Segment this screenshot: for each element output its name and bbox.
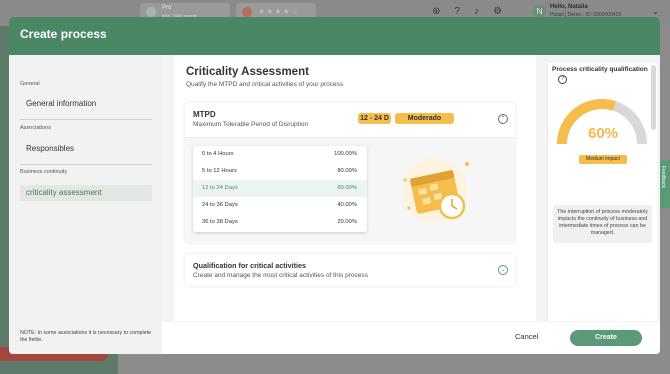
modal-footer: Cancel Create: [162, 322, 660, 354]
mtpd-options-list: 0 to 4 Hours 100.00% 5 to 12 Hours 80.00% …: [193, 146, 367, 232]
expand-chevron-icon[interactable]: ⌄: [498, 265, 508, 275]
sidebar-divider: [20, 119, 152, 120]
gear-icon: ⚙: [492, 6, 516, 17]
mtpd-option-row[interactable]: 0 to 4 Hours 100.00%: [193, 146, 367, 163]
option-value: 40.00%: [337, 202, 357, 208]
option-value: 20.00%: [337, 219, 357, 225]
mtpd-subtitle: Maximum Tolerable Period of Disruption: [193, 121, 309, 128]
option-label: 5 to 12 Hours: [202, 168, 237, 174]
option-label: 0 to 4 Hours: [202, 151, 234, 157]
topbar-icons: ⊕?♪⚙: [432, 6, 516, 17]
plan-label: Pro: [162, 5, 172, 11]
info-icon[interactable]: ?: [558, 75, 567, 84]
feedback-label: Feedback: [660, 166, 666, 188]
modal-content: Criticality Assessment Qualify the MTPD …: [162, 55, 660, 354]
qualification-title: Qualification for critical activities: [193, 261, 307, 270]
calendar-clock-illustration: [403, 158, 469, 222]
mtpd-option-row[interactable]: 5 to 12 Hours 80.00%: [193, 163, 367, 180]
google-icon: [242, 7, 252, 17]
qualification-card[interactable]: Qualification for critical activities Cr…: [185, 254, 515, 286]
rating-stars: ★★★★☆: [258, 7, 299, 16]
qualification-subtitle: Create and manage the most critical acti…: [193, 272, 368, 279]
option-label: 36 to 38 Days: [202, 219, 238, 225]
chevron-down-icon: ⌄: [652, 7, 659, 16]
create-process-modal: Create process General General informati…: [9, 17, 660, 354]
modal-title: Create process: [20, 27, 107, 41]
help-icon: ?: [454, 6, 474, 17]
mtpd-option-row-selected[interactable]: 12 to 24 Days 60.00%: [193, 180, 367, 197]
collapse-chevron-icon[interactable]: ⌃: [498, 114, 508, 124]
impact-badge: Medium impact: [579, 155, 627, 164]
impact-description: The interruption of process moderately i…: [553, 205, 652, 243]
option-label: 24 to 36 Days: [202, 202, 238, 208]
scrollbar[interactable]: [651, 65, 656, 130]
mtpd-card: MTPD Maximum Tolerable Period of Disrupt…: [185, 103, 515, 243]
plan-icon: [146, 7, 156, 17]
sidebar-group-label: Associations: [20, 125, 51, 131]
option-value: 100.00%: [334, 151, 357, 157]
cancel-button[interactable]: Cancel: [515, 332, 538, 341]
sidebar-group-label: Business continuity: [20, 169, 68, 175]
add-user-icon: ⊕: [432, 6, 455, 17]
assessment-panel: Criticality Assessment Qualify the MTPD …: [174, 55, 536, 321]
sidebar-group-label: General: [20, 81, 40, 87]
mtpd-option-row[interactable]: 36 to 38 Days 20.00%: [193, 214, 367, 231]
feedback-tab[interactable]: Feedback: [659, 160, 670, 208]
greeting: Hello, Natalia: [550, 4, 588, 10]
modal-header: Create process: [9, 17, 660, 55]
modal-sidebar: General General information Associations…: [9, 55, 162, 354]
panel-title: Process criticality qualification: [552, 66, 648, 73]
section-subtitle: Qualify the MTPD and critical activities…: [186, 81, 344, 88]
mtpd-range-badge: 12 - 24 D: [358, 113, 391, 124]
sidebar-item-responsibles[interactable]: Responsibles: [20, 141, 152, 157]
criticality-panel: Process criticality qualification ? 60% …: [547, 63, 657, 321]
option-value: 80.00%: [337, 168, 357, 174]
mtpd-level-badge: Moderado: [395, 113, 454, 124]
bell-icon: ♪: [473, 6, 493, 17]
section-title: Criticality Assessment: [186, 66, 309, 78]
create-button[interactable]: Create: [570, 330, 642, 346]
mtpd-body: 0 to 4 Hours 100.00% 5 to 12 Hours 80.00% …: [185, 138, 515, 243]
sidebar-item-general-information[interactable]: General information: [20, 96, 152, 112]
option-label: 12 to 24 Days: [202, 185, 238, 191]
sidebar-item-criticality-assessment[interactable]: criticality assessment: [20, 185, 152, 201]
sidebar-note: NOTE: In some associations it is necessa…: [20, 330, 152, 343]
gauge-value: 60%: [587, 125, 619, 142]
sidebar-divider: [20, 164, 152, 165]
option-value: 60.00%: [337, 185, 357, 191]
mtpd-option-row[interactable]: 24 to 36 Days 40.00%: [193, 197, 367, 214]
mtpd-title: MTPD: [193, 110, 216, 119]
